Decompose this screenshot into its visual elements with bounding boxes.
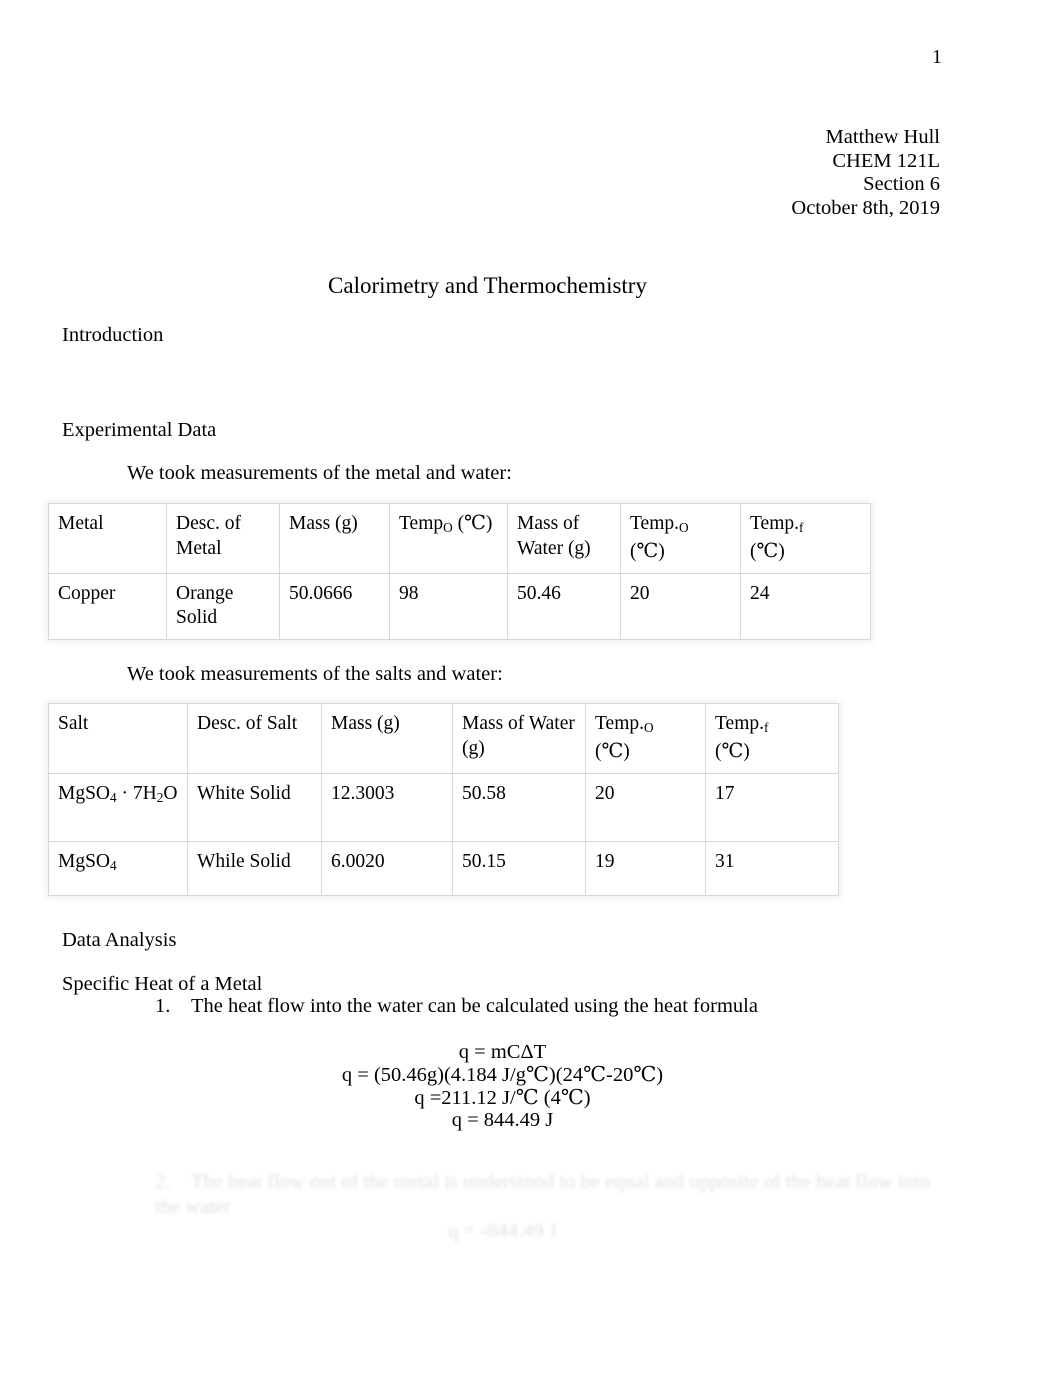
- cell-metal-water-temp-o: 20: [620, 572, 741, 640]
- th-salt-temp-f-sub: f: [764, 719, 769, 735]
- th-temp-o-metal-sub: O: [443, 519, 453, 535]
- list-item-number: 1.: [155, 995, 171, 1017]
- page-number: 1: [932, 46, 942, 68]
- cell-metal-mass: 50.0666: [279, 572, 390, 640]
- analysis-list-item-2: 2. The heat flow out of the metal is unde…: [155, 1170, 955, 1220]
- document-title: Calorimetry and Thermochemistry: [328, 273, 647, 298]
- cell-salt-desc: White Solid: [187, 772, 322, 842]
- document-page: 1 Matthew Hull CHEM 121L Section 6 Octob…: [0, 0, 1062, 1377]
- cell-salt-formula-mid: · 7H: [116, 782, 157, 804]
- th-salt-temp-o-sub: O: [644, 719, 654, 735]
- list-item-text: The heat flow into the water can be calc…: [191, 995, 758, 1017]
- cell-salt-mass-water: 50.15: [452, 840, 586, 896]
- th-temp-f-water-main: Temp.: [750, 513, 799, 534]
- equation-block: q = mCΔT q = (50.46g)(4.184 J/g℃)(24℃-20…: [0, 1041, 1005, 1132]
- lead-text-metal: We took measurements of the metal and wa…: [127, 462, 512, 484]
- list-item-number: 2.: [155, 1171, 171, 1193]
- cell-metal-desc: Orange Solid: [166, 572, 280, 640]
- th-salt-temp-o: Temp.O (℃): [585, 703, 706, 774]
- cell-salt-formula-main: MgSO: [58, 850, 111, 872]
- th-salt-temp-o-tail: (℃): [595, 741, 630, 763]
- header-author: Matthew Hull: [825, 126, 940, 148]
- cell-salt-mass-water: 50.58: [452, 772, 586, 842]
- header-section: Section 6: [863, 173, 940, 195]
- th-mass-of-water: Mass of Water (g): [507, 503, 621, 574]
- th-temp-f-water-sub: f: [799, 519, 804, 535]
- cell-salt-desc: While Solid: [187, 840, 322, 896]
- equation-line: q = 844.49 J: [451, 1109, 554, 1132]
- th-salt-temp-o-main: Temp.: [595, 713, 644, 734]
- th-metal: Metal: [48, 503, 167, 574]
- cell-salt-temp-f: 17: [705, 772, 839, 842]
- heading-data-analysis: Data Analysis: [62, 929, 177, 951]
- cell-salt-mass: 6.0020: [321, 840, 453, 896]
- cell-salt-formula-tail: O: [163, 782, 178, 804]
- th-temp-o-water-sub: O: [679, 519, 689, 535]
- equation-line: q = (50.46g)(4.184 J/g℃)(24℃-20℃): [341, 1063, 664, 1086]
- th-salt-temp-f-main: Temp.: [715, 713, 764, 734]
- lead-text-salt: We took measurements of the salts and wa…: [127, 663, 503, 685]
- cell-salt-formula-main: MgSO: [58, 782, 111, 804]
- th-temp-o-metal-tail: (℃): [452, 513, 493, 534]
- table-header-row: Metal Desc. of Metal Mass (g) TempO (℃) …: [48, 503, 871, 574]
- th-temp-o-metal: TempO (℃): [389, 503, 508, 574]
- table-row: MgSO4 · 7H2O White Solid 12.3003 50.58 2…: [48, 772, 839, 842]
- th-temp-o-water-tail: (℃): [630, 541, 665, 563]
- analysis-list-item-1: 1. The heat flow into the water can be ca…: [155, 994, 758, 1019]
- cell-metal-temp-o: 98: [389, 572, 508, 640]
- metal-measurements-table: Metal Desc. of Metal Mass (g) TempO (℃) …: [48, 503, 871, 640]
- document-header-block: Matthew Hull CHEM 121L Section 6 October…: [791, 126, 940, 220]
- table-row: Copper Orange Solid 50.0666 98 50.46 20 …: [48, 572, 871, 640]
- th-desc-of-salt: Desc. of Salt: [187, 703, 322, 774]
- th-desc-of-metal: Desc. of Metal: [166, 503, 280, 574]
- heading-experimental-data: Experimental Data: [62, 419, 217, 441]
- cell-salt-formula-sub: 4: [110, 857, 117, 873]
- th-salt-mass: Mass (g): [321, 703, 453, 774]
- th-salt-mass-of-water: Mass of Water (g): [452, 703, 586, 774]
- cell-salt-temp-o: 20: [585, 772, 706, 842]
- cell-salt-temp-o: 19: [585, 840, 706, 896]
- cell-metal-name: Copper: [48, 572, 167, 640]
- th-temp-o-water-main: Temp.: [630, 513, 679, 534]
- page-cutoff-faded-region: 2. The heat flow out of the metal is unde…: [0, 1160, 1062, 1280]
- equation-line: q =211.12 J/℃ (4℃): [414, 1086, 591, 1109]
- header-course: CHEM 121L: [832, 149, 940, 172]
- cell-salt-formula: MgSO4 · 7H2O: [48, 772, 188, 842]
- th-mass: Mass (g): [279, 503, 390, 574]
- heading-specific-heat: Specific Heat of a Metal: [62, 973, 263, 995]
- list-item-text: The heat flow out of the metal is unders…: [155, 1171, 930, 1218]
- heading-introduction: Introduction: [62, 324, 164, 346]
- equation-line: q = mCΔT: [458, 1041, 547, 1063]
- header-date: October 8th, 2019: [791, 196, 940, 219]
- salt-measurements-table: Salt Desc. of Salt Mass (g) Mass of Wate…: [48, 703, 839, 896]
- th-temp-o-metal-main: Temp: [399, 513, 444, 534]
- cell-metal-mass-water: 50.46: [507, 572, 621, 640]
- th-temp-f-water-tail: (℃): [750, 541, 785, 563]
- equation-line: q = -844.49 J: [448, 1220, 557, 1242]
- table-header-row: Salt Desc. of Salt Mass (g) Mass of Wate…: [48, 703, 839, 774]
- cell-salt-mass: 12.3003: [321, 772, 453, 842]
- cell-salt-temp-f: 31: [705, 840, 839, 896]
- cell-metal-water-temp-f: 24: [740, 572, 871, 640]
- table-row: MgSO4 While Solid 6.0020 50.15 19 31: [48, 840, 839, 896]
- th-salt: Salt: [48, 703, 188, 774]
- th-temp-f-water: Temp.f (℃): [740, 503, 871, 574]
- th-salt-temp-f: Temp.f (℃): [705, 703, 839, 774]
- th-temp-o-water: Temp.O (℃): [620, 503, 741, 574]
- th-salt-temp-f-tail: (℃): [715, 741, 750, 763]
- cell-salt-formula-sub: 4: [110, 789, 117, 805]
- cell-salt-formula: MgSO4: [48, 840, 188, 896]
